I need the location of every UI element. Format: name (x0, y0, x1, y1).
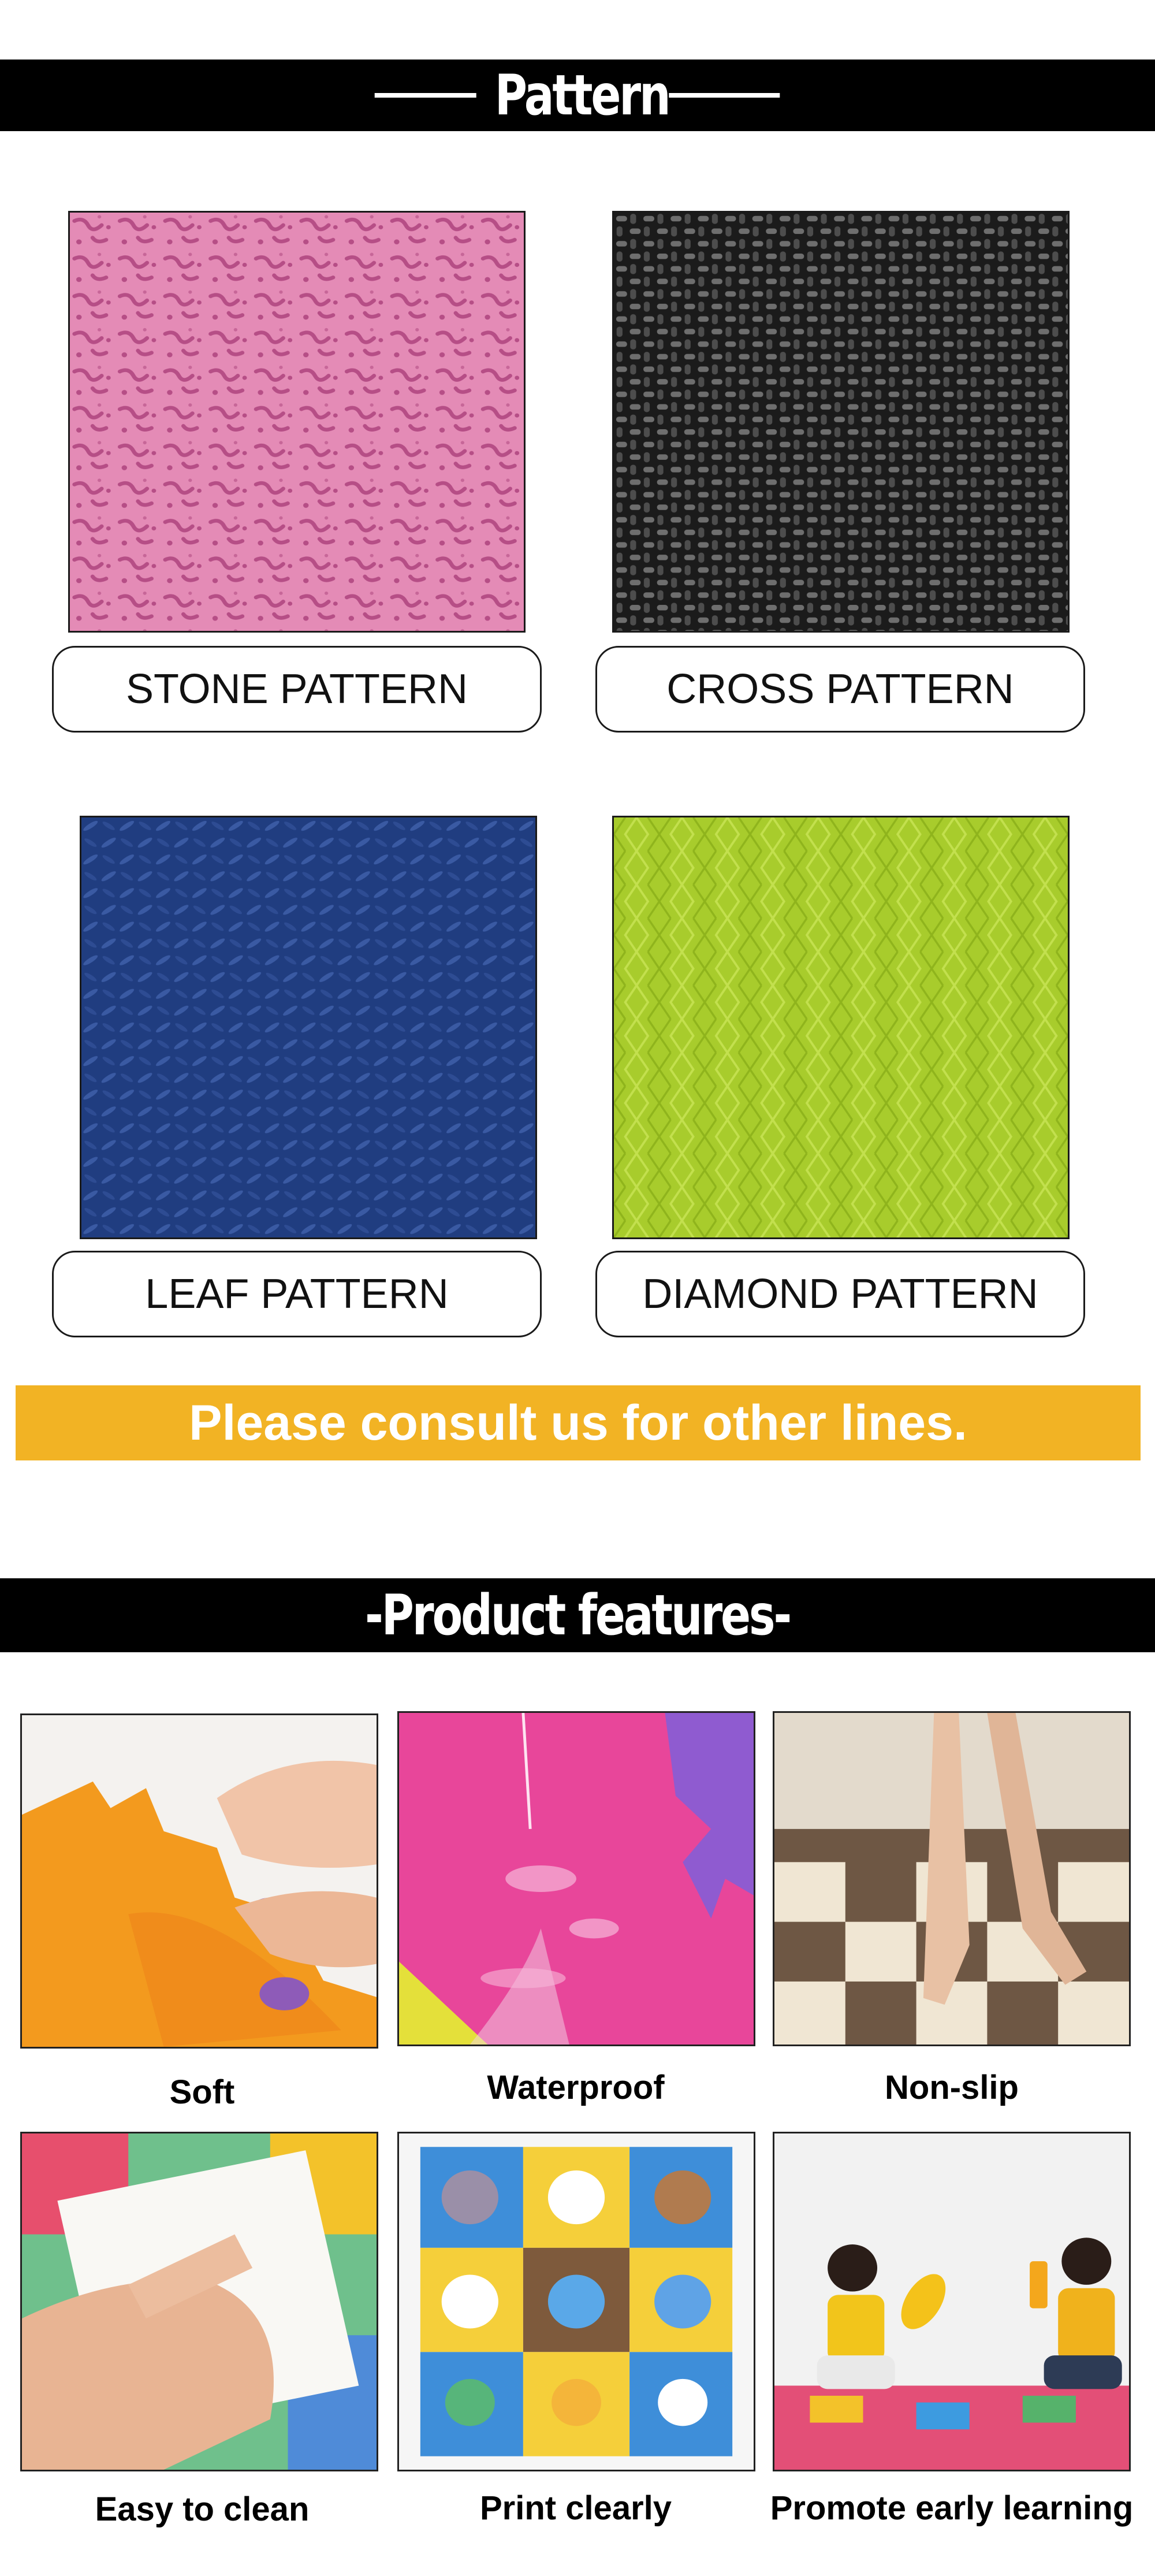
print-clearly-photo (397, 2132, 755, 2471)
features-title-group: -Product features- (364, 1583, 792, 1648)
diamond-pattern-label: DIAMOND PATTERN (595, 1251, 1085, 1337)
stone-pattern-swatch (68, 211, 526, 633)
soft-caption: Soft (169, 2073, 235, 2111)
features-banner: -Product features- (0, 1578, 1155, 1652)
easy-to-clean-caption: Easy to clean (95, 2490, 310, 2528)
diamond-pattern-swatch (612, 816, 1070, 1239)
cross-pattern-text: CROSS PATTERN (666, 666, 1014, 712)
print-clearly-caption: Print clearly (479, 2489, 672, 2527)
consult-text: Please consult us for other lines. (189, 1395, 967, 1451)
non-slip-caption: Non-slip (885, 2069, 1019, 2106)
cross-pattern-swatch (612, 211, 1070, 633)
early-learning-caption: Promote early learning (770, 2489, 1134, 2527)
easy-to-clean-photo (20, 2132, 378, 2471)
pattern-title: Pattern (495, 63, 671, 128)
waterproof-caption: Waterproof (487, 2069, 665, 2106)
stone-pattern-label: STONE PATTERN (52, 646, 542, 733)
title-dash-left (375, 93, 477, 98)
pattern-banner: Pattern (0, 60, 1155, 131)
non-slip-photo (773, 1711, 1131, 2046)
title-dash-right (669, 93, 780, 98)
leaf-pattern-swatch (80, 816, 537, 1239)
consult-banner: Please consult us for other lines. (16, 1385, 1141, 1460)
features-title: -Product features- (364, 1583, 792, 1648)
stone-pattern-text: STONE PATTERN (125, 666, 468, 712)
cross-pattern-label: CROSS PATTERN (595, 646, 1085, 733)
early-learning-photo (773, 2132, 1131, 2471)
leaf-pattern-text: LEAF PATTERN (145, 1271, 449, 1317)
leaf-pattern-label: LEAF PATTERN (52, 1251, 542, 1337)
waterproof-photo (397, 1711, 755, 2046)
pattern-title-group: Pattern (375, 63, 780, 128)
soft-photo (20, 1713, 378, 2049)
diamond-pattern-text: DIAMOND PATTERN (642, 1271, 1038, 1317)
